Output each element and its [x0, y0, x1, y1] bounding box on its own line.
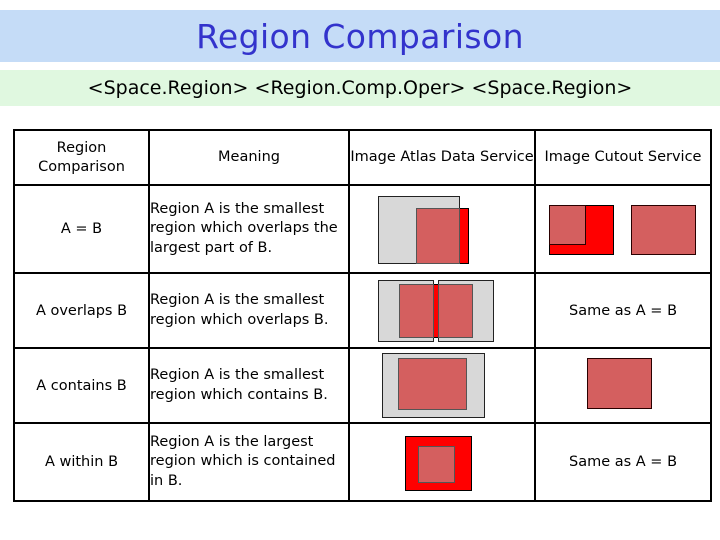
slide-title-band: Region Comparison: [0, 10, 720, 62]
figure-a-contains-b-atlas: [350, 350, 534, 421]
atlas-figure-cell: [348, 347, 536, 424]
page-title: Region Comparison: [196, 16, 524, 56]
figure-a-overlaps-b-atlas: [350, 275, 534, 346]
table-row: A = B Region A is the smallest region wh…: [13, 184, 712, 274]
meaning-cell: Region A is the smallest region which ov…: [148, 184, 350, 274]
operator-cell: A contains B: [13, 347, 150, 424]
cutout-figure-cell: [534, 347, 712, 424]
region-comparison-table: Region Comparison Meaning Image Atlas Da…: [13, 129, 712, 502]
cutout-figure-cell: [534, 184, 712, 274]
table-row: A within B Region A is the largest regio…: [13, 422, 712, 502]
meaning-cell: Region A is the smallest region which ov…: [148, 272, 350, 349]
cutout-note-cell: Same as A = B: [534, 272, 712, 349]
region-a-shape: [418, 446, 455, 483]
operator-cell: A within B: [13, 422, 150, 502]
operator-cell: A = B: [13, 184, 150, 274]
overlap-right-shape: [438, 284, 473, 338]
column-header-meaning: Meaning: [148, 129, 350, 186]
region-a-shape: [398, 358, 467, 410]
cutout-note-cell: Same as A = B: [534, 422, 712, 502]
figure-a-within-b-atlas: [350, 424, 534, 500]
overlap-shape: [416, 208, 460, 264]
slide-subtitle: <Space.Region> <Region.Comp.Oper> <Space…: [87, 76, 633, 99]
atlas-figure-cell: [348, 422, 536, 502]
operator-cell: A overlaps B: [13, 272, 150, 349]
figure-a-equals-b-cutout: [536, 187, 710, 271]
table-header-row: Region Comparison Meaning Image Atlas Da…: [13, 129, 712, 186]
overlap-shape: [549, 205, 586, 245]
atlas-figure-cell: [348, 272, 536, 349]
region-result-shape: [631, 205, 696, 255]
figure-a-contains-b-cutout: [536, 350, 710, 421]
table-row: A contains B Region A is the smallest re…: [13, 347, 712, 424]
table-row: A overlaps B Region A is the smallest re…: [13, 272, 712, 349]
column-header-image-atlas-data-service: Image Atlas Data Service: [348, 129, 536, 186]
meaning-cell: Region A is the largest region which is …: [148, 422, 350, 502]
region-result-shape: [587, 358, 652, 409]
atlas-figure-cell: [348, 184, 536, 274]
table-header: Region Comparison Meaning Image Atlas Da…: [13, 129, 712, 186]
column-header-region-comparison: Region Comparison: [13, 129, 150, 186]
figure-a-equals-b-atlas: [350, 187, 534, 271]
meaning-cell: Region A is the smallest region which co…: [148, 347, 350, 424]
overlap-left-shape: [399, 284, 434, 338]
slide-subtitle-band: <Space.Region> <Region.Comp.Oper> <Space…: [0, 70, 720, 106]
column-header-image-cutout-service: Image Cutout Service: [534, 129, 712, 186]
